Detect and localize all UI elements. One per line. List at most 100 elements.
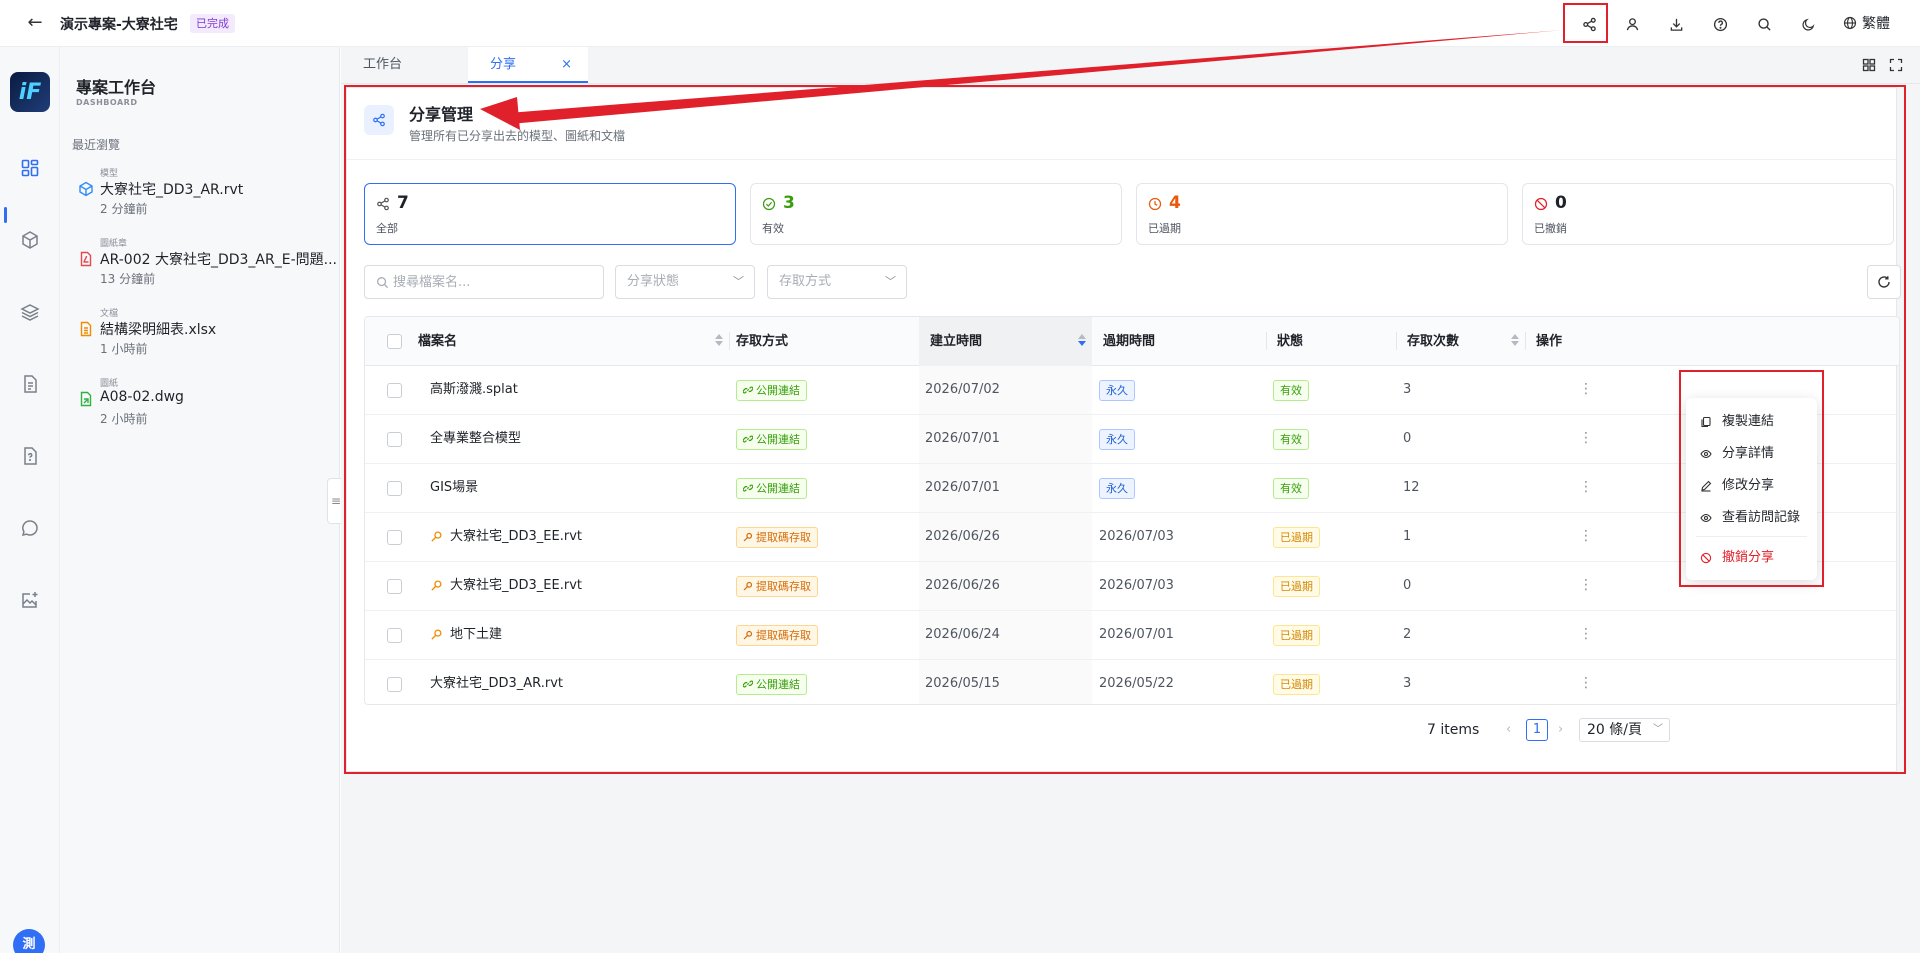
recent-item[interactable]: 圖紙 A08-02.dwg 2 小時前 — [78, 376, 333, 426]
recent-item[interactable]: 文檔 結構梁明細表.xlsx 1 小時前 — [78, 306, 333, 356]
row-checkbox[interactable] — [387, 530, 402, 545]
share-status-select[interactable]: 分享狀態 ﹀ — [615, 265, 755, 299]
more-actions-icon[interactable]: ⋮ — [1576, 464, 1596, 512]
more-actions-icon[interactable]: ⋮ — [1576, 513, 1596, 561]
access-count: 1 — [1403, 529, 1412, 544]
file-name[interactable]: 大寮社宅_DD3_EE.rvt — [450, 562, 582, 610]
row-checkbox[interactable] — [387, 677, 402, 692]
access-method-label: 公開連結 — [756, 433, 800, 446]
row-checkbox[interactable] — [387, 628, 402, 643]
created-time: 2026/06/26 — [925, 529, 1000, 544]
back-arrow-icon[interactable]: ← — [24, 12, 46, 34]
file-name[interactable]: GIS場景 — [430, 464, 478, 512]
row-checkbox[interactable] — [387, 481, 402, 496]
file-name[interactable]: 地下土建 — [450, 611, 502, 659]
access-method-select[interactable]: 存取方式 ﹀ — [767, 265, 907, 299]
page-number-button[interactable]: 1 — [1526, 719, 1548, 741]
link-icon — [742, 484, 754, 492]
language-switch[interactable]: 繁體 — [1843, 13, 1890, 33]
table-row[interactable]: 大寮社宅_DD3_EE.rvt 提取碼存取 2026/06/26 2026/07/03… — [365, 562, 1899, 611]
menu-item-revoke-share[interactable]: 撤銷分享 — [1686, 544, 1817, 572]
more-actions-icon[interactable]: ⋮ — [1576, 562, 1596, 610]
file-name[interactable]: 大寮社宅_DD3_EE.rvt — [450, 513, 582, 561]
share-icon[interactable] — [1577, 12, 1601, 36]
status-tag: 有效 — [1273, 429, 1309, 450]
tab-workbench[interactable]: 工作台 — [341, 47, 468, 83]
dwg-icon — [78, 391, 94, 407]
recent-item-name: AR-002 大寮社宅_DD3_AR_E-問題... — [100, 252, 337, 268]
table-row[interactable]: 地下土建 提取碼存取 2026/06/24 2026/07/01 已過期 2 ⋮ — [365, 611, 1899, 660]
sort-icon[interactable] — [1078, 334, 1086, 348]
chat-icon[interactable] — [15, 513, 45, 543]
row-checkbox[interactable] — [387, 579, 402, 594]
key-icon — [743, 532, 753, 542]
access-method-label: 公開連結 — [756, 678, 800, 691]
stat-card-expired[interactable]: 4 已過期 — [1136, 183, 1508, 245]
col-header-name[interactable]: 檔案名 — [407, 317, 727, 366]
prev-page-button[interactable]: ‹ — [1506, 722, 1511, 737]
user-switch-icon[interactable] — [1620, 12, 1644, 36]
download-icon[interactable] — [1664, 12, 1688, 36]
sort-icon[interactable] — [1511, 334, 1519, 348]
access-count: 0 — [1403, 431, 1412, 446]
recent-item[interactable]: 圖紙章 AR-002 大寮社宅_DD3_AR_E-問題... 13 分鐘前 — [78, 236, 337, 286]
fullscreen-icon[interactable] — [1886, 55, 1906, 75]
col-header-label: 存取方式 — [736, 334, 789, 349]
select-all-checkbox[interactable] — [387, 334, 402, 349]
stat-card-all[interactable]: 7 全部 — [364, 183, 736, 245]
file-name[interactable]: 全專業整合模型 — [430, 415, 521, 463]
document-icon[interactable] — [15, 369, 45, 399]
eye-icon — [1700, 449, 1712, 459]
col-header-created[interactable]: 建立時間 — [919, 317, 1092, 366]
file-question-icon[interactable] — [15, 441, 45, 471]
avatar[interactable]: 測 — [13, 929, 45, 953]
refresh-button[interactable] — [1867, 265, 1901, 299]
select-placeholder: 分享狀態 — [627, 274, 680, 289]
page-size-select[interactable]: 20 條/頁 ﹀ — [1579, 718, 1670, 742]
stat-card-revoked[interactable]: 0 已撤銷 — [1522, 183, 1894, 245]
row-checkbox[interactable] — [387, 432, 402, 447]
status-tag: 有效 — [1273, 478, 1309, 499]
search-input[interactable] — [393, 272, 593, 292]
more-actions-icon[interactable]: ⋮ — [1576, 366, 1596, 414]
key-icon — [743, 630, 753, 640]
access-method-label: 公開連結 — [756, 384, 800, 397]
row-checkbox[interactable] — [387, 383, 402, 398]
stat-value: 4 — [1169, 193, 1181, 213]
layers-icon[interactable] — [15, 297, 45, 327]
status-tag: 已過期 — [1273, 576, 1320, 597]
split-view-icon[interactable] — [1859, 55, 1879, 75]
next-page-button[interactable]: › — [1558, 722, 1563, 737]
access-count: 2 — [1403, 627, 1412, 642]
recent-item-name: 結構梁明細表.xlsx — [100, 322, 217, 338]
sort-icon[interactable] — [715, 334, 723, 348]
table-row[interactable]: 全專業整合模型 公開連結 2026/07/01 永久 有效 0 ⋮ — [365, 415, 1899, 464]
image-add-icon[interactable] — [15, 585, 45, 615]
more-actions-icon[interactable]: ⋮ — [1576, 660, 1596, 704]
moon-icon[interactable] — [1796, 12, 1820, 36]
table-row[interactable]: 大寮社宅_DD3_EE.rvt 提取碼存取 2026/06/26 2026/07/03… — [365, 513, 1899, 562]
table-row[interactable]: 高斯潑濺.splat 公開連結 2026/07/02 永久 有效 3 ⋮ — [365, 366, 1899, 415]
menu-item-view-access-log[interactable]: 查看訪問記錄 — [1686, 504, 1817, 532]
menu-item-share-details[interactable]: 分享詳情 — [1686, 440, 1817, 468]
expires-tag: 永久 — [1099, 380, 1135, 401]
menu-item-copy-link[interactable]: 複製連結 — [1686, 408, 1817, 436]
col-header-label: 狀態 — [1277, 334, 1304, 349]
file-name[interactable]: 大寮社宅_DD3_AR.rvt — [430, 660, 563, 704]
recent-item[interactable]: 模型 大寮社宅_DD3_AR.rvt 2 分鐘前 — [78, 166, 333, 216]
help-icon[interactable] — [1708, 12, 1732, 36]
table-row[interactable]: 大寮社宅_DD3_AR.rvt 公開連結 2026/05/15 2026/05/22 已… — [365, 660, 1899, 704]
close-icon[interactable]: × — [561, 47, 572, 83]
file-name[interactable]: 高斯潑濺.splat — [430, 366, 518, 414]
menu-item-edit-share[interactable]: 修改分享 — [1686, 472, 1817, 500]
more-actions-icon[interactable]: ⋮ — [1576, 611, 1596, 659]
cube-icon[interactable] — [15, 225, 45, 255]
expires-tag: 永久 — [1099, 429, 1135, 450]
dashboard-icon[interactable] — [15, 153, 45, 183]
table-row[interactable]: GIS場景 公開連結 2026/07/01 永久 有效 12 ⋮ — [365, 464, 1899, 513]
more-actions-icon[interactable]: ⋮ — [1576, 415, 1596, 463]
stat-card-valid[interactable]: 3 有效 — [750, 183, 1122, 245]
search-icon[interactable] — [1752, 12, 1776, 36]
tab-share[interactable]: 分享 × — [468, 47, 588, 83]
access-count: 3 — [1403, 382, 1412, 397]
